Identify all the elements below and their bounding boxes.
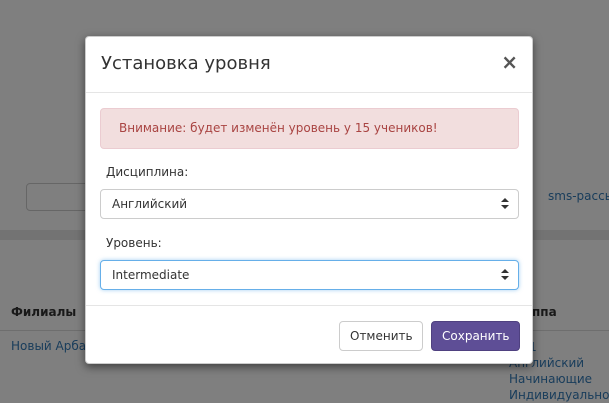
discipline-select[interactable]: Английский	[100, 189, 519, 219]
discipline-label: Дисциплина:	[106, 165, 189, 179]
modal-title: Установка уровня	[101, 53, 271, 74]
save-button[interactable]: Сохранить	[431, 321, 520, 351]
close-icon[interactable]: ×	[501, 52, 518, 72]
modal-header: Установка уровня ×	[86, 37, 532, 93]
level-select-value: Intermediate	[112, 268, 190, 282]
level-select[interactable]: Intermediate	[100, 260, 519, 290]
modal-footer-divider	[86, 305, 532, 306]
select-arrows-icon	[501, 269, 509, 281]
set-level-modal: Установка уровня × Внимание: будет измен…	[85, 36, 533, 364]
discipline-select-value: Английский	[112, 197, 188, 211]
warning-alert: Внимание: будет изменён уровень у 15 уче…	[100, 108, 519, 149]
select-arrows-icon	[501, 198, 509, 210]
cancel-button[interactable]: Отменить	[339, 321, 423, 351]
level-label: Уровень:	[106, 236, 162, 250]
